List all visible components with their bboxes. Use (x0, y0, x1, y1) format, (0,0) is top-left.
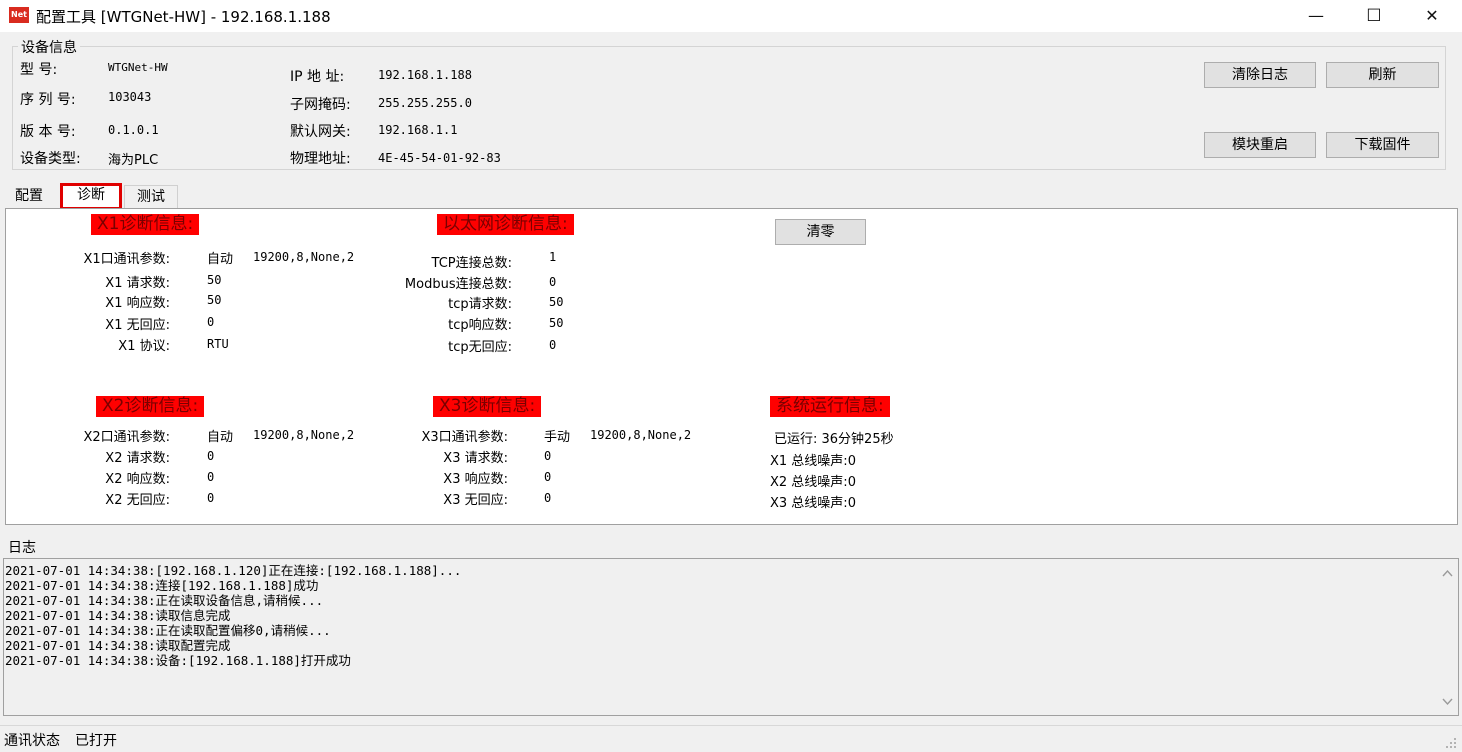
x2-param-mode: 自动 (207, 430, 234, 445)
x2-resp-value: 0 (207, 470, 215, 484)
uptime-text: 已运行: 36分钟25秒 (774, 432, 894, 447)
x1-req-label: X1 请求数: (105, 276, 170, 291)
mask-value: 255.255.255.0 (378, 96, 472, 110)
x3-req-value: 0 (544, 449, 552, 463)
x3-resp-value: 0 (544, 470, 552, 484)
device-type-label: 设备类型: (20, 151, 81, 167)
x1-req-value: 50 (207, 273, 222, 287)
x2-noise-text: X2 总线噪声:0 (770, 475, 856, 490)
resize-grip-icon[interactable] (1444, 736, 1458, 750)
x2-resp-label: X2 响应数: (105, 472, 170, 487)
tcp-total-label: TCP连接总数: (431, 256, 512, 271)
device-info-legend: 设备信息 (18, 37, 80, 57)
x1-param-label: X1口通讯参数: (83, 252, 170, 267)
x1-resp-label: X1 响应数: (105, 296, 170, 311)
x3-param-value: 19200,8,None,2 (590, 428, 692, 442)
status-label: 通讯状态 (4, 733, 60, 749)
mac-label: 物理地址: (290, 151, 351, 167)
log-line: 2021-07-01 14:34:38:读取信息完成 (5, 608, 231, 623)
log-line: 2021-07-01 14:34:38:设备:[192.168.1.188]打开… (5, 653, 351, 668)
x3-req-label: X3 请求数: (443, 451, 508, 466)
refresh-button[interactable]: 刷新 (1326, 62, 1439, 88)
tcp-total-value: 1 (549, 250, 557, 264)
x1-noise-text: X1 总线噪声:0 (770, 454, 856, 469)
tcp-noresp-label: tcp无回应: (448, 340, 512, 355)
x3-param-mode: 手动 (544, 430, 571, 445)
clear-counters-button[interactable]: 清零 (775, 219, 866, 245)
x1-param-mode: 自动 (207, 252, 234, 267)
gateway-value: 192.168.1.1 (378, 123, 458, 137)
close-button[interactable]: ✕ (1403, 0, 1461, 32)
x1-proto-label: X1 协议: (118, 339, 170, 354)
app-icon: Net (9, 7, 29, 23)
maximize-button[interactable]: ☐ (1345, 0, 1403, 32)
modbus-total-value: 0 (549, 275, 557, 289)
log-line: 2021-07-01 14:34:38:连接[192.168.1.188]成功 (5, 578, 319, 593)
x2-param-label: X2口通讯参数: (83, 430, 170, 445)
x2-noresp-label: X2 无回应: (105, 493, 170, 508)
model-label: 型 号: (20, 62, 58, 78)
x1-diag-header: X1诊断信息: (91, 214, 200, 235)
log-label: 日志 (8, 540, 36, 556)
x2-diag-header: X2诊断信息: (96, 396, 205, 417)
status-bar (0, 725, 1462, 752)
x2-req-label: X2 请求数: (105, 451, 170, 466)
version-label: 版 本 号: (20, 124, 76, 140)
tcp-resp-value: 50 (549, 316, 564, 330)
x3-noise-text: X3 总线噪声:0 (770, 496, 856, 511)
download-firmware-button[interactable]: 下载固件 (1326, 132, 1439, 158)
x2-param-value: 19200,8,None,2 (253, 428, 355, 442)
ip-value: 192.168.1.188 (378, 68, 472, 82)
device-type-value: 海为PLC (108, 153, 159, 168)
tab-config[interactable]: 配置 (4, 185, 54, 209)
x1-resp-value: 50 (207, 293, 222, 307)
x2-noresp-value: 0 (207, 491, 215, 505)
model-value: WTGNet-HW (108, 61, 168, 74)
log-lines: 2021-07-01 14:34:38:[192.168.1.120]正在连接:… (5, 563, 461, 668)
tcp-req-label: tcp请求数: (448, 297, 512, 312)
mask-label: 子网掩码: (290, 97, 351, 113)
window-title: 配置工具 [WTGNet-HW] - 192.168.1.188 (36, 8, 331, 26)
gateway-label: 默认网关: (290, 124, 351, 140)
eth-diag-header: 以太网诊断信息: (437, 214, 574, 235)
minimize-button[interactable]: — (1287, 0, 1345, 32)
status-value: 已打开 (75, 733, 117, 749)
log-line: 2021-07-01 14:34:38:正在读取设备信息,请稍候... (5, 593, 324, 608)
reboot-module-button[interactable]: 模块重启 (1204, 132, 1316, 158)
mac-value: 4E-45-54-01-92-83 (378, 151, 501, 165)
tab-test[interactable]: 测试 (124, 185, 178, 209)
sys-diag-header: 系统运行信息: (770, 396, 890, 417)
x3-noresp-label: X3 无回应: (443, 493, 508, 508)
x1-proto-value: RTU (207, 337, 229, 351)
log-line: 2021-07-01 14:34:38:正在读取配置偏移0,请稍候... (5, 623, 331, 638)
modbus-total-label: Modbus连接总数: (404, 277, 512, 292)
log-scrollbar[interactable] (1437, 559, 1458, 715)
x3-param-label: X3口通讯参数: (421, 430, 508, 445)
tcp-req-value: 50 (549, 295, 564, 309)
ip-label: IP 地 址: (290, 69, 345, 85)
x2-req-value: 0 (207, 449, 215, 463)
serial-label: 序 列 号: (20, 92, 76, 108)
x3-resp-label: X3 响应数: (443, 472, 508, 487)
tab-diagnostics[interactable]: 诊断 (60, 183, 122, 210)
tcp-noresp-value: 0 (549, 338, 557, 352)
x1-noresp-value: 0 (207, 315, 215, 329)
x1-param-value: 19200,8,None,2 (253, 250, 355, 264)
x3-noresp-value: 0 (544, 491, 552, 505)
x3-diag-header: X3诊断信息: (433, 396, 542, 417)
tcp-resp-label: tcp响应数: (448, 318, 512, 333)
scrollbar-arrows-icon (1442, 569, 1453, 706)
log-line: 2021-07-01 14:34:38:读取配置完成 (5, 638, 231, 653)
log-line: 2021-07-01 14:34:38:[192.168.1.120]正在连接:… (5, 563, 462, 578)
serial-value: 103043 (108, 90, 152, 104)
clear-log-button[interactable]: 清除日志 (1204, 62, 1316, 88)
x1-noresp-label: X1 无回应: (105, 318, 170, 333)
version-value: 0.1.0.1 (108, 123, 159, 137)
